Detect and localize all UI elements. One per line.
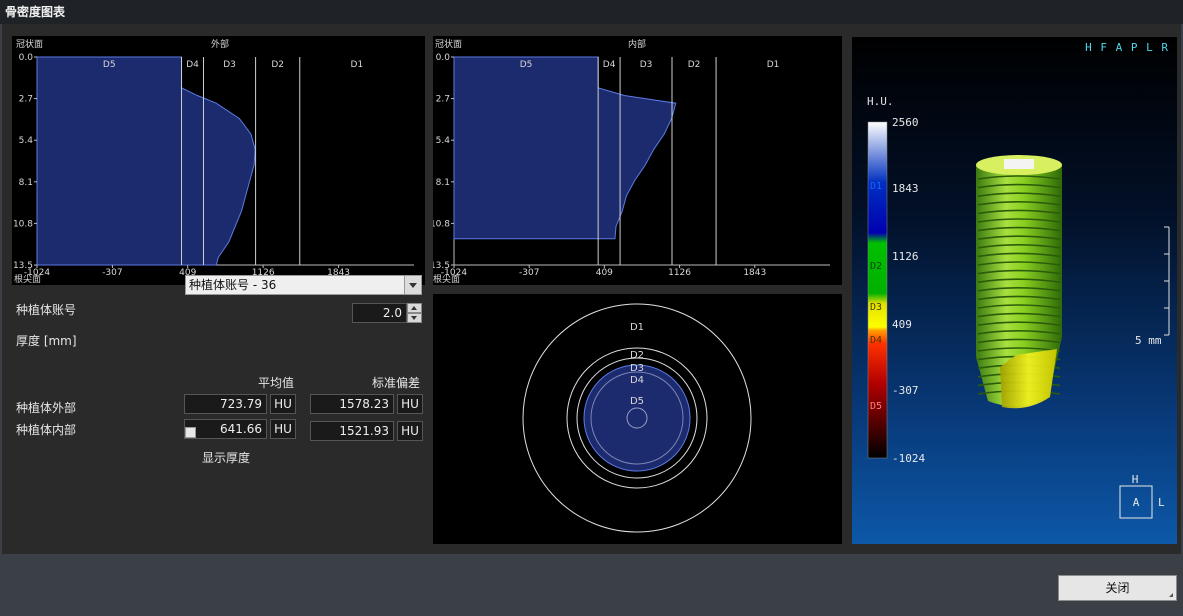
spin-down-icon[interactable] bbox=[407, 313, 422, 323]
zone-label: D5 bbox=[520, 60, 533, 70]
x-tick-label: 409 bbox=[596, 268, 613, 278]
scale-bar-label: 5 mm bbox=[1135, 334, 1162, 347]
y-tick-label: 0.0 bbox=[436, 53, 451, 63]
zone-label: D1 bbox=[767, 60, 780, 70]
hu-title: H.U. bbox=[867, 95, 894, 108]
outer-density-chart: 冠状面 外部 根尖面 D5 D4 D3 D2 D1 0.0 2.7 5.4 8.1 10.8 13.… bbox=[12, 36, 425, 285]
thickness-input[interactable]: 2.0 bbox=[352, 303, 407, 323]
close-button[interactable]: 关闭 bbox=[1058, 575, 1177, 601]
scale-value: -307 bbox=[892, 384, 919, 397]
window-title: 骨密度图表 bbox=[5, 5, 66, 19]
y-tick-label: 2.7 bbox=[436, 95, 450, 105]
outer-std-unit: HU bbox=[397, 394, 423, 414]
x-tick-label: -307 bbox=[102, 268, 122, 278]
scale-class-d2: D2 bbox=[870, 261, 882, 272]
show-thickness-label: 显示厚度 bbox=[202, 451, 251, 465]
show-thickness-checkbox[interactable] bbox=[185, 427, 196, 438]
zone-label: D4 bbox=[186, 60, 199, 70]
zone-label: D1 bbox=[351, 60, 364, 70]
implant-3d-view[interactable]: H F A P L R H.U. 2560 1843 1126 409 -307… bbox=[852, 37, 1177, 544]
cross-label-d2: D2 bbox=[630, 350, 644, 361]
scale-class-d1: D1 bbox=[870, 181, 882, 192]
zone-label: D3 bbox=[223, 60, 236, 70]
scale-class-d5: D5 bbox=[870, 401, 882, 412]
cross-label-d1: D1 bbox=[630, 322, 644, 333]
scale-value: 1843 bbox=[892, 182, 919, 195]
x-tick-label: 1843 bbox=[743, 268, 766, 278]
y-tick-label: 10.8 bbox=[13, 219, 33, 229]
scale-value: 1126 bbox=[892, 250, 919, 263]
scale-class-d3: D3 bbox=[870, 302, 882, 313]
cube-right-label: L bbox=[1158, 496, 1165, 509]
cross-section-svg: D1 D2 D3 D4 D5 bbox=[522, 303, 752, 533]
outer-mean-value: 723.79 bbox=[184, 394, 267, 414]
scale-value: 2560 bbox=[892, 116, 919, 129]
view3d-svg: H F A P L R H.U. 2560 1843 1126 409 -307… bbox=[867, 41, 1170, 519]
outer-chart-svg: 冠状面 外部 根尖面 D5 D4 D3 D2 D10.02.75.48.110.813.… bbox=[13, 38, 414, 285]
chart-top-label: 冠状面 bbox=[435, 38, 462, 50]
zone-label: D2 bbox=[688, 60, 701, 70]
scale-value: -1024 bbox=[892, 452, 925, 465]
chart-top-label: 冠状面 bbox=[16, 38, 43, 50]
inner-density-chart: 冠状面 内部 根尖面 D5D4D3D2D10.02.75.48.110.813.… bbox=[433, 36, 842, 285]
y-tick-label: 2.7 bbox=[19, 95, 33, 105]
density-area bbox=[453, 56, 677, 240]
implant-label: 种植体账号 bbox=[16, 303, 77, 317]
scale-value: 409 bbox=[892, 318, 912, 331]
inner-mean-value: 641.66 bbox=[184, 419, 267, 439]
cube-top-label: H bbox=[1132, 473, 1139, 486]
orientation-labels: H F A P L R bbox=[1085, 41, 1169, 54]
x-tick-label: 1126 bbox=[668, 268, 691, 278]
dropdown-arrow-icon[interactable] bbox=[404, 276, 421, 294]
implant-select-value: 种植体账号 - 36 bbox=[189, 278, 277, 292]
inner-mean-unit: HU bbox=[270, 419, 296, 439]
window-titlebar: 骨密度图表 bbox=[0, 0, 1183, 24]
cross-label-d3: D3 bbox=[630, 363, 644, 374]
inner-row-label: 种植体内部 bbox=[16, 423, 77, 437]
thickness-label: 厚度 [mm] bbox=[16, 334, 77, 348]
outer-std-value: 1578.23 bbox=[310, 394, 394, 414]
zone-label: D2 bbox=[271, 60, 284, 70]
y-tick-label: 8.1 bbox=[19, 178, 33, 188]
scale-class-d4: D4 bbox=[870, 335, 882, 346]
mean-header: 平均值 bbox=[258, 376, 295, 390]
spin-up-icon[interactable] bbox=[407, 303, 422, 313]
chart-title: 外部 bbox=[211, 38, 229, 50]
x-tick-label: -1024 bbox=[441, 268, 467, 278]
y-tick-label: 5.4 bbox=[19, 136, 34, 146]
cross-section-view: D1 D2 D3 D4 D5 bbox=[433, 294, 842, 544]
implant-model bbox=[976, 155, 1062, 409]
cross-label-d5: D5 bbox=[630, 396, 644, 407]
cross-label-d4: D4 bbox=[630, 375, 644, 386]
scale-bar bbox=[1164, 226, 1170, 336]
y-tick-label: 0.0 bbox=[19, 53, 34, 63]
x-tick-label: -1024 bbox=[24, 268, 50, 278]
outer-row-label: 种植体外部 bbox=[16, 401, 77, 415]
density-area bbox=[36, 56, 256, 266]
y-tick-label: 10.8 bbox=[433, 219, 450, 229]
orientation-cube[interactable]: H A L bbox=[1119, 473, 1165, 519]
y-tick-label: 8.1 bbox=[436, 178, 450, 188]
x-tick-label: -307 bbox=[519, 268, 539, 278]
implant-select[interactable]: 种植体账号 - 36 bbox=[185, 275, 422, 295]
chart-title: 内部 bbox=[628, 38, 646, 50]
zone-label: D4 bbox=[603, 60, 616, 70]
std-header: 标准偏差 bbox=[372, 376, 421, 390]
inner-std-value: 1521.93 bbox=[310, 421, 394, 441]
y-tick-label: 5.4 bbox=[436, 136, 451, 146]
zone-label: D3 bbox=[640, 60, 653, 70]
cube-face-label: A bbox=[1133, 496, 1140, 509]
inner-std-unit: HU bbox=[397, 421, 423, 441]
inner-chart-svg: 冠状面 内部 根尖面 D5D4D3D2D10.02.75.48.110.813.… bbox=[433, 38, 830, 285]
zone-label: D5 bbox=[103, 60, 116, 70]
outer-mean-unit: HU bbox=[270, 394, 296, 414]
